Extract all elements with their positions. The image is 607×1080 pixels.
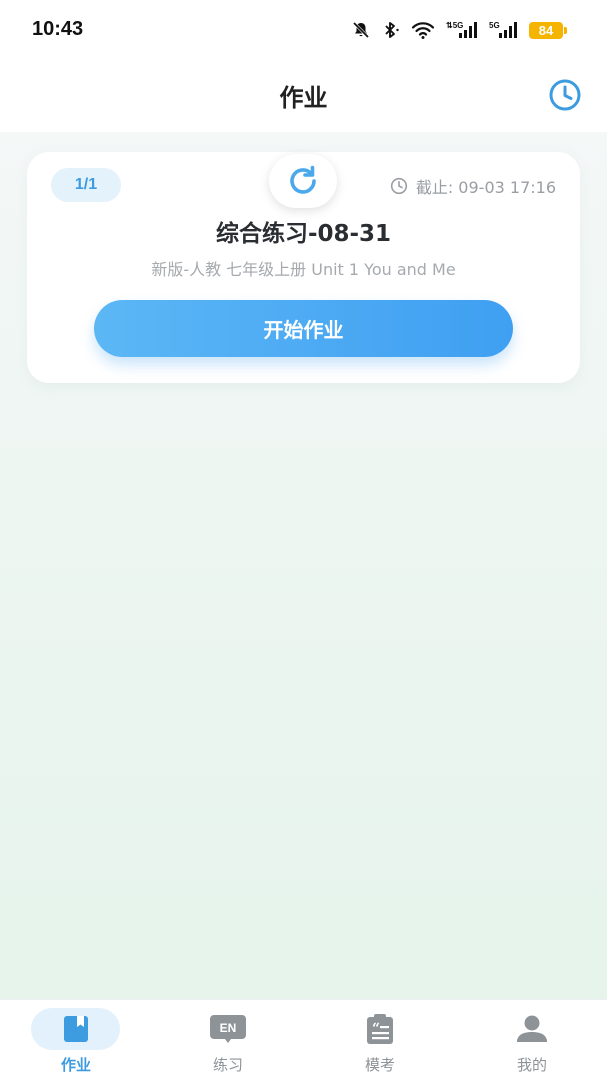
nav-item-profile[interactable]: 我的 (456, 1000, 607, 1080)
status-bar: 10:43 ⇅5G 5G 84 (0, 0, 607, 60)
history-button[interactable] (547, 77, 583, 113)
battery-level: 84 (529, 21, 563, 39)
mute-bell-icon (352, 21, 370, 39)
svg-text:EN: EN (220, 1021, 237, 1035)
nav-item-homework[interactable]: 作业 (0, 1000, 152, 1080)
bluetooth-icon (385, 22, 399, 38)
nav-icon-wrap-practice: EN (152, 1014, 304, 1044)
homework-count-badge: 1/1 (51, 168, 121, 202)
signal-5g-icon-2: 5G (489, 21, 517, 38)
refresh-icon (290, 165, 316, 194)
nav-label-homework: 作业 (60, 1056, 91, 1074)
status-time: 10:43 (32, 18, 84, 40)
nav-label-practice: 练习 (212, 1056, 243, 1074)
start-homework-button[interactable]: 开始作业 (94, 300, 513, 357)
person-icon (517, 1015, 547, 1042)
page-title: 作业 (279, 84, 328, 112)
deadline-clock-icon (390, 177, 407, 195)
svg-text:5G: 5G (489, 21, 500, 30)
homework-title: 综合练习-08-31 (215, 221, 392, 247)
quote-doc-icon: “ (367, 1014, 393, 1044)
nav-icon-wrap-homework (0, 1014, 152, 1044)
nav-label-mock-exam: 模考 (364, 1056, 395, 1074)
deadline: 截止: 09-03 17:16 (390, 175, 556, 197)
deadline-text: 截止: 09-03 17:16 (415, 178, 556, 197)
nav-item-practice[interactable]: EN 练习 (152, 1000, 304, 1080)
homework-subtitle: 新版-人教 七年级上册 Unit 1 You and Me (151, 260, 456, 279)
status-icons: ⇅5G 5G 84 (351, 18, 567, 42)
svg-text:⇅5G: ⇅5G (446, 21, 463, 30)
signal-5g-icon: ⇅5G (446, 21, 477, 38)
homework-card[interactable]: 1/1 截止: 09-03 17:16 综合练习-08-31 新版-人教 七年级… (27, 152, 580, 383)
svg-text:“: “ (372, 1021, 380, 1037)
battery-indicator: 84 (529, 21, 567, 39)
battery-tip (564, 26, 567, 34)
refresh-button[interactable] (269, 154, 337, 208)
nav-item-mock-exam[interactable]: “ 模考 (304, 1000, 456, 1080)
nav-icon-wrap-mock-exam: “ (304, 1014, 456, 1044)
bottom-nav: 作业 EN 练习 “ 模考 我的 (0, 999, 607, 1080)
nav-label-profile: 我的 (516, 1056, 547, 1074)
nav-icon-wrap-profile (456, 1014, 607, 1044)
wifi-icon (411, 22, 435, 39)
app-header: 作业 (0, 60, 607, 132)
book-icon (64, 1016, 88, 1042)
en-chat-icon: EN (210, 1015, 246, 1043)
clock-icon (549, 79, 581, 111)
